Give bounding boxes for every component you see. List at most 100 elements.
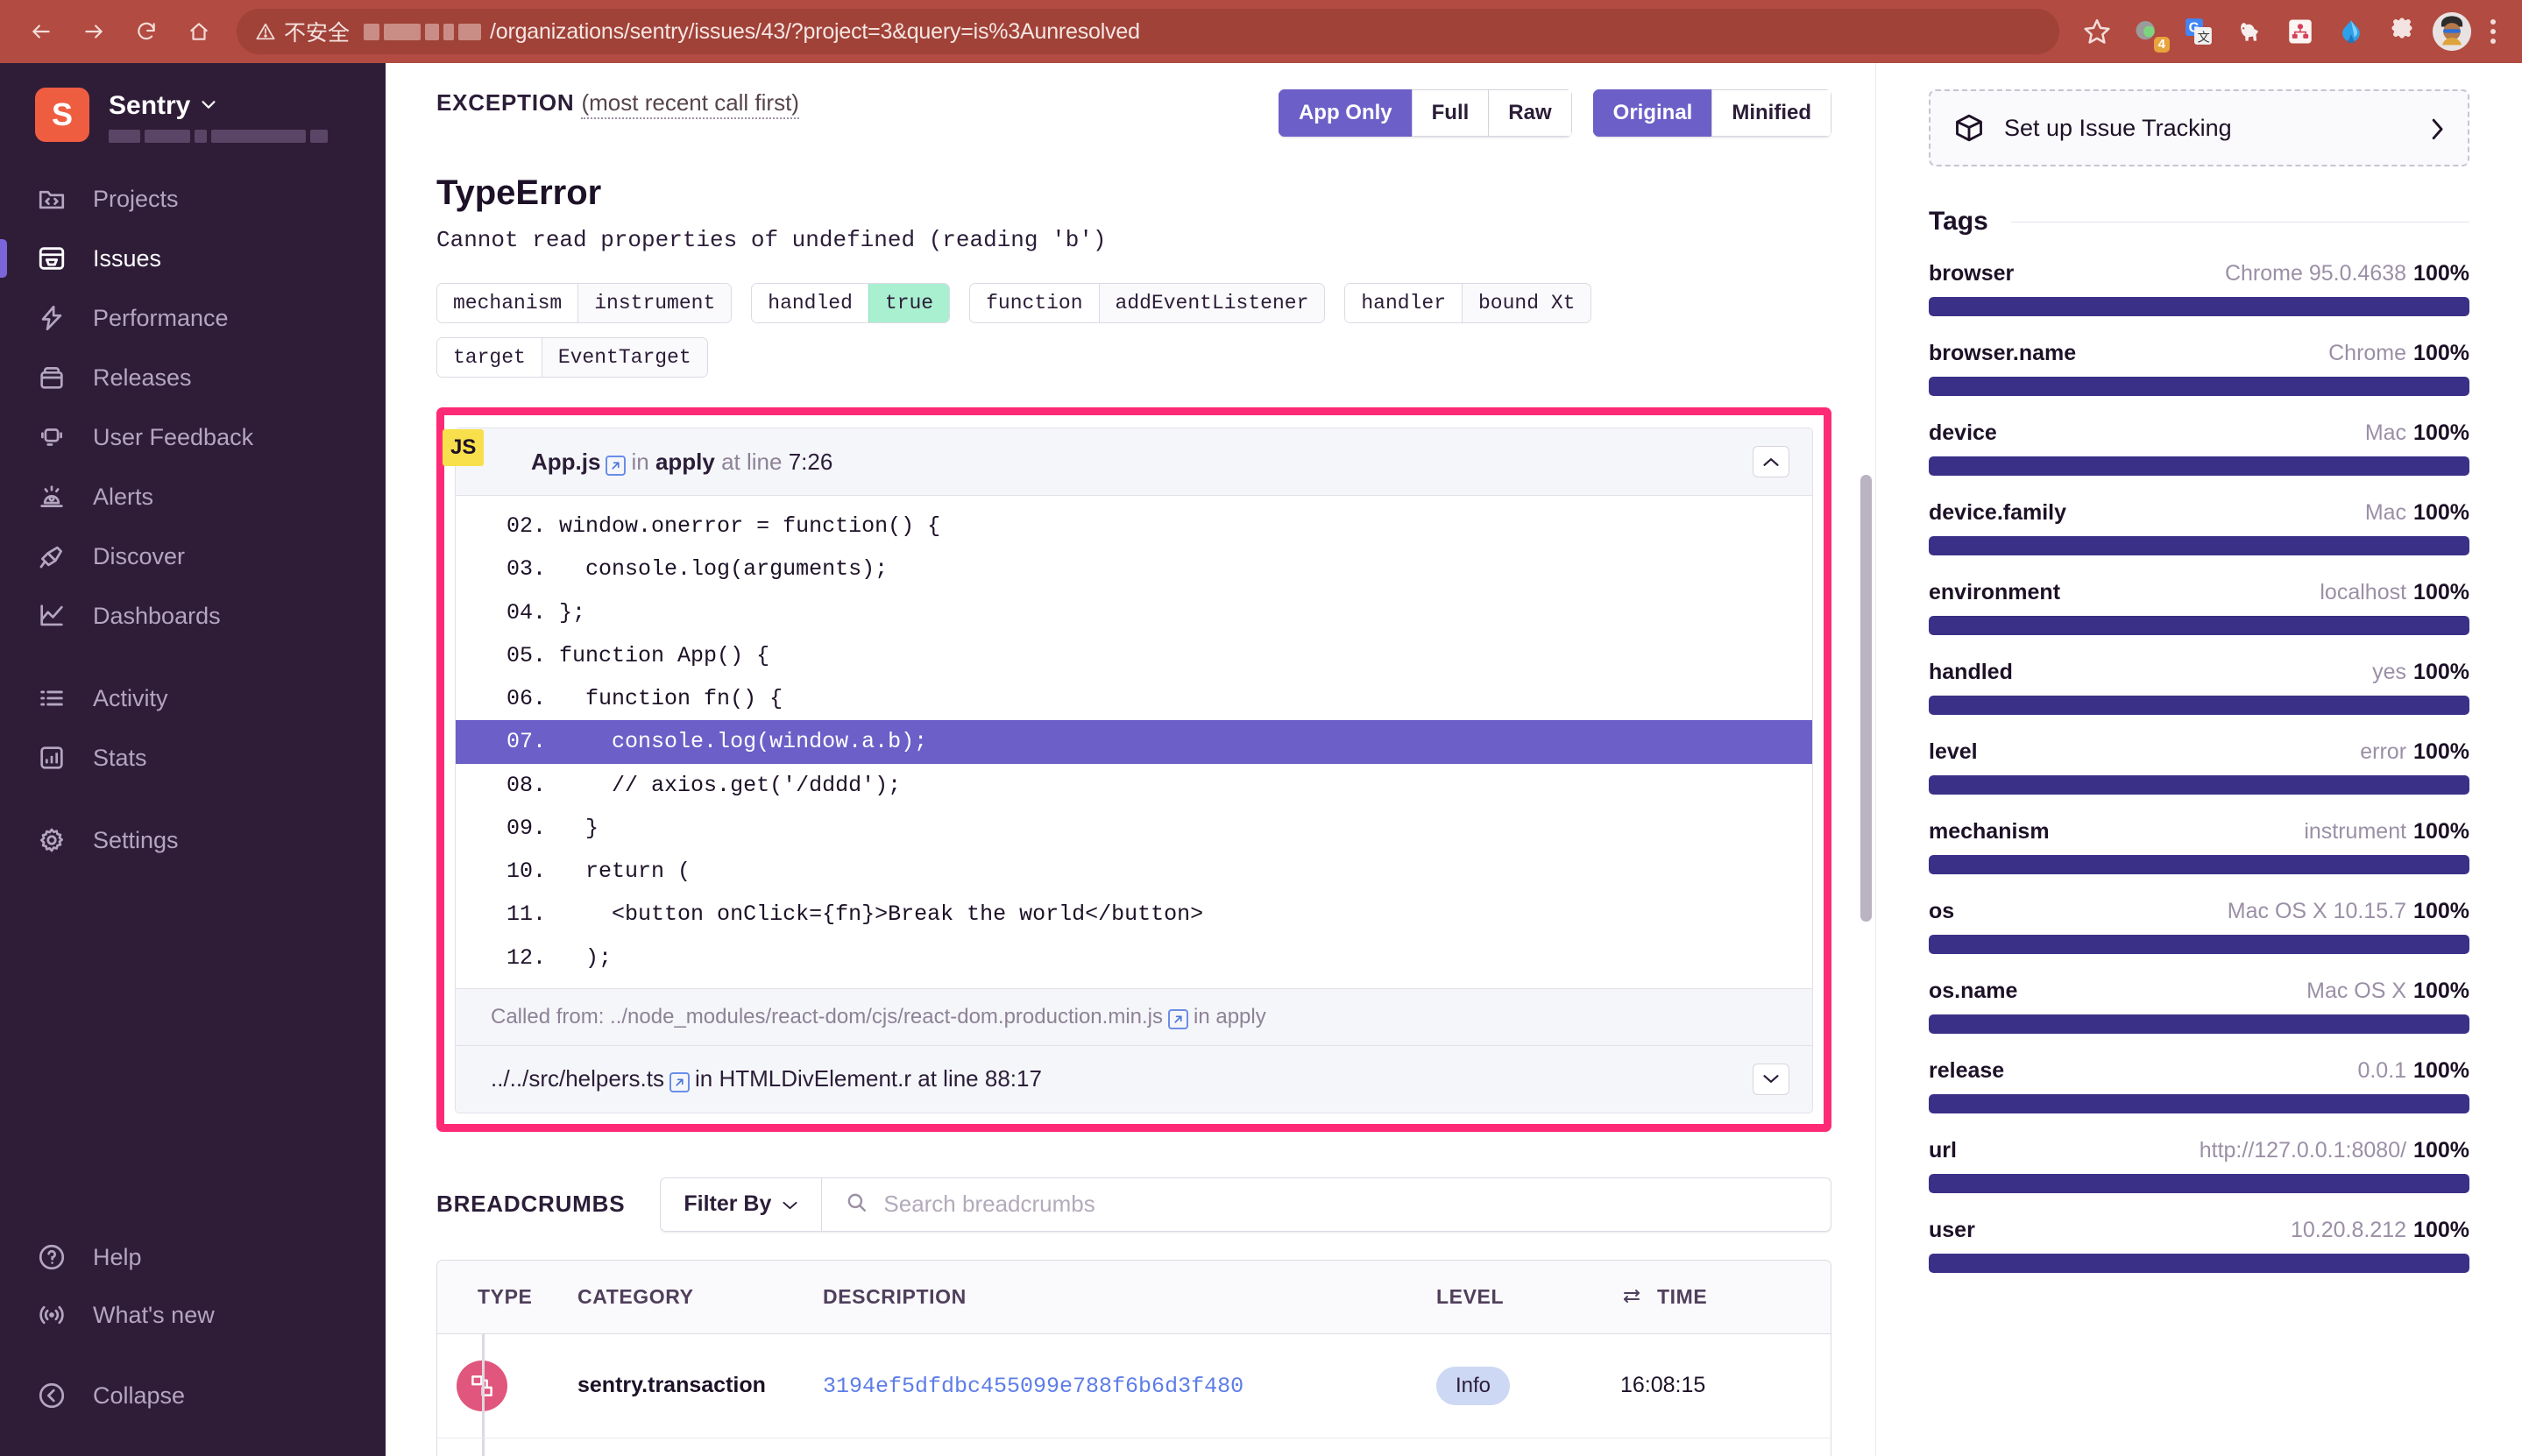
transaction-id-link[interactable]: 3194ef5dfdbc455099e788f6b6d3f480 [823,1374,1243,1399]
tag-item[interactable]: osMac OS X 10.15.7100% [1929,899,2469,954]
dashboards-icon [35,599,68,633]
sidebar-item-releases[interactable]: Releases [0,348,386,407]
discover-icon [35,540,68,573]
chevron-down-icon[interactable] [1753,1064,1789,1095]
home-icon[interactable] [175,8,223,55]
search-input[interactable] [883,1191,1808,1218]
sidebar-item-label: Alerts [93,484,153,511]
tag-item[interactable]: release0.0.1100% [1929,1058,2469,1113]
kebab-menu-icon[interactable] [2482,19,2504,44]
tag-value: Mac100% [2365,421,2469,446]
google-translate-icon[interactable]: G文 [2178,11,2219,52]
collapse-left-icon [35,1379,68,1412]
tag-item[interactable]: deviceMac100% [1929,421,2469,476]
external-link-icon[interactable] [1168,1009,1188,1029]
view-toggle-app-only[interactable]: App Only [1279,89,1412,137]
tag-item[interactable]: environmentlocalhost100% [1929,580,2469,635]
sidebar-item-stats[interactable]: Stats [0,728,386,788]
tag-item[interactable]: browserChrome 95.0.4638100% [1929,261,2469,316]
back-arrow-icon[interactable] [18,8,65,55]
view-toggle-raw[interactable]: Raw [1488,89,1571,137]
pill-value: bound Xt [1462,284,1590,322]
sidebar-item-performance[interactable]: Performance [0,288,386,348]
table-row[interactable]: sentry.transaction 3194ef5dfdbc455099e78… [437,1334,1831,1438]
tag-item[interactable]: browser.nameChrome100% [1929,341,2469,396]
stacktrace-highlight-box: JS App.jsin apply at line 7:26 [436,407,1831,1132]
sidebar-item-whats-new[interactable]: What's new [0,1286,386,1344]
extension-badge-count: 4 [2154,37,2170,53]
external-link-icon[interactable] [606,456,626,476]
avatar[interactable] [2433,12,2471,51]
called-from-path: ../node_modules/react-dom/cjs/react-dom.… [610,1005,1163,1028]
tag-item[interactable]: os.nameMac OS X100% [1929,979,2469,1034]
extensions-puzzle-icon[interactable] [2382,11,2422,52]
sidebar-item-settings[interactable]: Settings [0,810,386,870]
issues-icon [35,242,68,275]
tag-item[interactable]: device.familyMac100% [1929,500,2469,555]
tag-key: os.name [1929,979,2017,1004]
chevron-up-icon[interactable] [1753,446,1789,477]
view-toggle-full[interactable]: Full [1412,89,1489,137]
forward-arrow-icon[interactable] [70,8,117,55]
org-name-row: Sentry [109,91,345,121]
tag-item[interactable]: user10.20.8.212100% [1929,1218,2469,1273]
stacktrace-toggles: App Only Full Raw Original Minified [1279,89,1831,137]
sidebar-item-collapse[interactable]: Collapse [0,1367,386,1424]
meta-pill-handled[interactable]: handled true [751,283,950,323]
url-text: /organizations/sentry/issues/43/?project… [490,19,1140,45]
reload-icon[interactable] [123,8,170,55]
column-header-time-label: TIME [1657,1285,1707,1309]
column-header-type: TYPE [437,1285,577,1309]
search-icon [845,1191,868,1218]
source-toggle-minified[interactable]: Minified [1711,89,1831,137]
bookmark-star-icon[interactable] [2077,11,2117,52]
filter-by-dropdown[interactable]: Filter By [661,1178,822,1231]
breadcrumbs-search-field[interactable] [822,1178,1831,1231]
sidebar-item-activity[interactable]: Activity [0,668,386,728]
meta-pill-handler[interactable]: handler bound Xt [1344,283,1591,323]
line-code: return ( [559,859,691,884]
tag-item[interactable]: handledyes100% [1929,660,2469,715]
meta-pill-target[interactable]: target EventTarget [436,337,708,378]
source-toggle-group: Original Minified [1593,89,1831,137]
tag-item[interactable]: levelerror100% [1929,739,2469,795]
breadcrumbs-title: BREADCRUMBS [436,1191,625,1218]
line-number: 06. [507,686,546,711]
source-toggle-original[interactable]: Original [1593,89,1712,137]
external-link-icon[interactable] [669,1072,690,1092]
line-number: 05. [507,643,546,668]
frame2-filename[interactable]: ../../src/helpers.ts [491,1065,664,1092]
sidebar-item-alerts[interactable]: Alerts [0,467,386,527]
sitemap-extension-icon[interactable] [2280,11,2320,52]
sidebar-item-issues[interactable]: Issues [0,229,386,288]
security-status-label: 不安全 [284,16,350,47]
address-bar[interactable]: 不安全 /organizations/sentry/issues/43/?pro… [237,9,2059,54]
tag-item[interactable]: urlhttp://127.0.0.1:8080/100% [1929,1138,2469,1193]
org-switcher[interactable]: S Sentry [0,63,386,143]
sidebar-item-discover[interactable]: Discover [0,527,386,586]
sidebar-item-dashboards[interactable]: Dashboards [0,586,386,646]
scrollbar[interactable] [1860,475,1872,922]
tags-title: Tags [1929,207,1988,237]
row-time: 16:08:15 [1620,1373,1831,1398]
column-header-time[interactable]: TIME [1620,1285,1831,1309]
tag-item[interactable]: mechanisminstrument100% [1929,819,2469,874]
sidebar-item-label: Performance [93,305,229,332]
water-drop-extension-icon[interactable] [2331,11,2371,52]
sidebar-item-help[interactable]: Help [0,1228,386,1286]
meta-pill-function[interactable]: function addEventListener [969,283,1325,323]
frame-filename[interactable]: App.js [531,449,600,475]
sidebar-item-user-feedback[interactable]: User Feedback [0,407,386,467]
table-row[interactable]: ui.click body > div#root > button Info 1… [437,1438,1831,1456]
stack-frame-collapsed[interactable]: ../../src/helpers.tsin HTMLDivElement.r … [456,1045,1812,1113]
sidebar-item-label: Settings [93,827,179,854]
extension-screen-icon[interactable]: 4 [2128,11,2168,52]
stack-frame-header[interactable]: App.jsin apply at line 7:26 [456,428,1812,496]
dog-extension-icon[interactable] [2229,11,2270,52]
set-up-issue-tracking-button[interactable]: Set up Issue Tracking [1929,89,2469,166]
chevron-down-icon [782,1191,798,1217]
pill-value: instrument [577,284,731,322]
meta-pill-mechanism[interactable]: mechanism instrument [436,283,732,323]
code-line-active: 07. console.log(window.a.b); [456,720,1812,763]
sidebar-item-projects[interactable]: Projects [0,169,386,229]
